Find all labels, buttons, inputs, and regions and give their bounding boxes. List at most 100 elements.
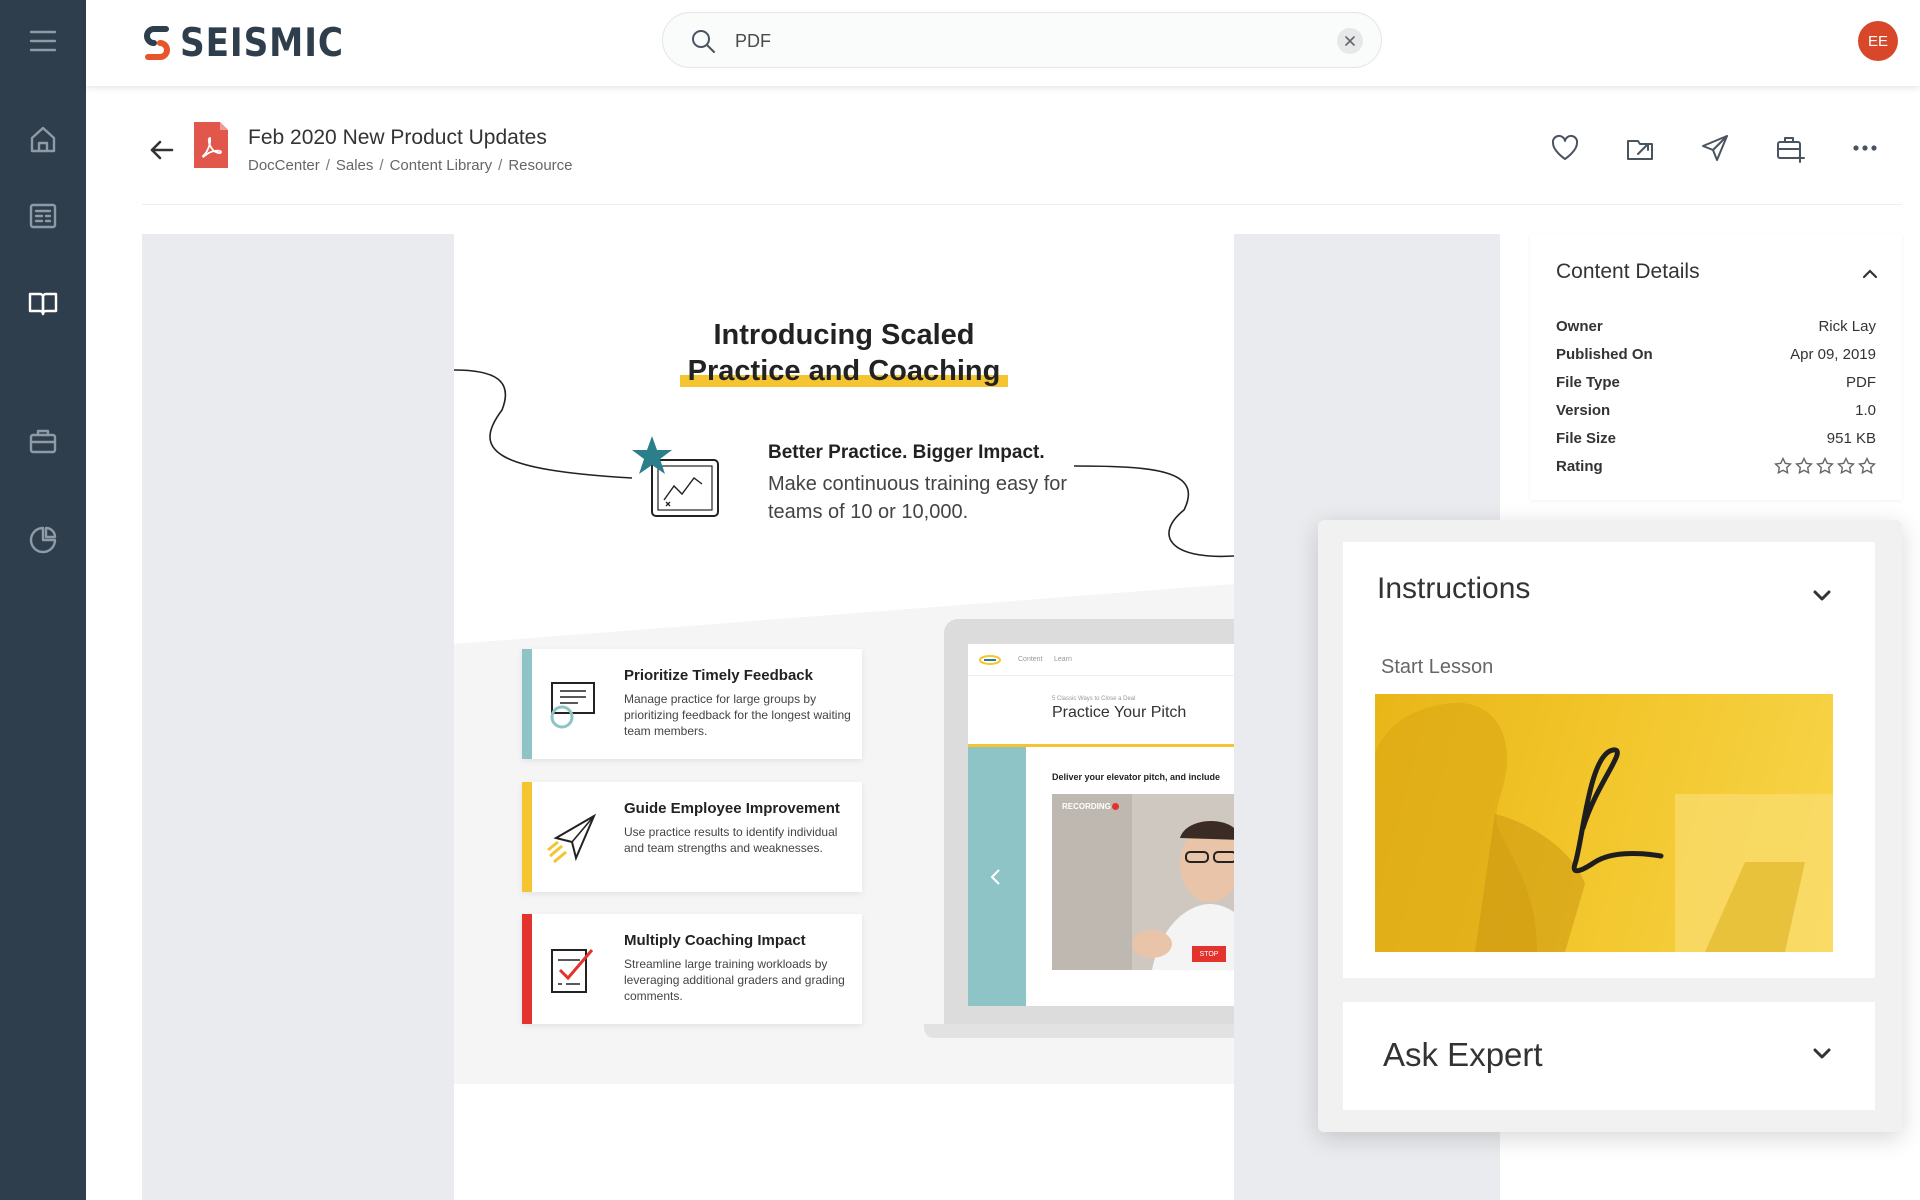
breadcrumb-content-library[interactable]: Content Library: [390, 157, 493, 174]
star-icon[interactable]: [1795, 457, 1813, 475]
instructions-section: Instructions Start Lesson: [1343, 542, 1875, 978]
screen-title: Practice Your Pitch: [1052, 704, 1187, 721]
star-icon[interactable]: [1816, 457, 1834, 475]
breadcrumb-sales[interactable]: Sales: [336, 157, 374, 174]
detail-label: File Type: [1556, 373, 1620, 391]
card-text: Manage practice for large groups by prio…: [624, 692, 851, 738]
breadcrumb-resource[interactable]: Resource: [508, 157, 572, 174]
back-arrow-icon[interactable]: [146, 134, 178, 166]
stop-button[interactable]: STOP: [1192, 946, 1226, 962]
content-details-panel: Content Details Owner Rick Lay Published…: [1530, 234, 1902, 500]
favorite-button[interactable]: [1527, 126, 1602, 170]
lesson-image: [1375, 702, 1833, 952]
breadcrumb-doccenter[interactable]: DocCenter: [248, 157, 320, 174]
content-details-list: Owner Rick Lay Published On Apr 09, 2019…: [1556, 312, 1876, 480]
pdf-icon: [194, 122, 228, 168]
ask-expert-title[interactable]: Ask Expert: [1383, 1036, 1543, 1074]
learning-overlay-panel: Instructions Start Lesson Ask Expert: [1318, 520, 1902, 1132]
recording-dot-icon: [1112, 803, 1119, 810]
content-details-title: Content Details: [1556, 260, 1700, 283]
detail-value: PDF: [1846, 373, 1876, 391]
detail-label: Version: [1556, 401, 1611, 419]
document-viewer[interactable]: Introducing Scaled Practice and Coaching…: [142, 234, 1500, 1200]
chat-feedback-icon: [550, 682, 595, 729]
card-title: Guide Employee Improvement: [624, 800, 840, 817]
checklist-icon: [551, 949, 594, 993]
detail-label: Owner: [1556, 317, 1603, 335]
learn-logo-icon: [1571, 747, 1664, 874]
detail-row-owner: Owner Rick Lay: [1556, 312, 1876, 340]
chevron-up-icon[interactable]: [1860, 264, 1880, 284]
page-title-line2: Practice and Coaching: [679, 355, 1009, 387]
more-options-button[interactable]: [1827, 126, 1902, 170]
instructions-title[interactable]: Instructions: [1377, 572, 1530, 606]
seismic-logo[interactable]: SEISMIC: [142, 20, 366, 66]
card-title: Prioritize Timely Feedback: [624, 667, 813, 684]
star-icon[interactable]: [1858, 457, 1876, 475]
search-bar[interactable]: [662, 12, 1382, 68]
feature-card-coaching: Multiply Coaching Impact Streamline larg…: [522, 914, 862, 1024]
seismic-logo-mark: [144, 26, 170, 60]
screen-nav-learn: Learn: [1054, 656, 1072, 663]
document-page: Introducing Scaled Practice and Coaching…: [454, 234, 1234, 1200]
laptop-base: [924, 1024, 1234, 1038]
card-stripe: [522, 649, 532, 759]
detail-label: Rating: [1556, 457, 1603, 475]
intro-heading: Better Practice. Bigger Impact.: [768, 442, 1045, 463]
send-icon: [1701, 135, 1728, 161]
feature-card-feedback: Prioritize Timely Feedback Manage practi…: [522, 649, 862, 759]
send-button[interactable]: [1677, 126, 1752, 170]
book-icon[interactable]: [20, 280, 66, 326]
star-icon[interactable]: [1837, 457, 1855, 475]
page-title: Introducing Scaled Practice and Coaching: [454, 317, 1234, 389]
chevron-down-icon[interactable]: [1809, 582, 1835, 608]
lesson-thumbnail[interactable]: [1375, 694, 1833, 952]
detail-row-file-type: File Type PDF: [1556, 368, 1876, 396]
briefcase-add-icon: [1776, 137, 1805, 163]
user-avatar[interactable]: EE: [1858, 21, 1898, 61]
detail-row-rating: Rating: [1556, 452, 1876, 480]
page-decoration: [454, 369, 1234, 558]
logo-text: SEISMIC: [180, 20, 344, 66]
document-title: Feb 2020 New Product Updates: [248, 126, 547, 149]
page-title-line1: Introducing Scaled: [713, 319, 975, 351]
screen-nav-content: Content: [1018, 656, 1043, 663]
home-icon[interactable]: [20, 116, 66, 162]
chevron-left-icon: [990, 869, 1000, 885]
hamburger-icon[interactable]: [20, 18, 66, 64]
search-input[interactable]: [735, 27, 1295, 55]
export-icon: [1626, 140, 1653, 160]
add-to-workspace-button[interactable]: [1752, 126, 1827, 170]
intro-text: Make continuous training easy for teams …: [768, 473, 1068, 523]
search-icon: [692, 30, 715, 53]
detail-value: Rick Lay: [1818, 317, 1876, 335]
breadcrumb-separator: /: [379, 157, 384, 174]
card-title: Multiply Coaching Impact: [624, 932, 806, 949]
paper-plane-icon: [547, 813, 597, 864]
feature-card-improvement: Guide Employee Improvement Use practice …: [522, 782, 862, 892]
sidebar: [0, 0, 86, 1200]
presenter-image: [1052, 794, 1234, 970]
heart-icon: [1551, 134, 1578, 160]
screen-top-bar: Content Learn: [968, 644, 1234, 676]
newspaper-icon[interactable]: [20, 193, 66, 239]
detail-value: Apr 09, 2019: [1790, 345, 1876, 363]
chevron-down-icon[interactable]: [1809, 1040, 1835, 1066]
clear-search-icon[interactable]: [1337, 28, 1363, 54]
detail-row-file-size: File Size 951 KB: [1556, 424, 1876, 452]
pie-chart-icon[interactable]: [20, 517, 66, 563]
start-lesson-label[interactable]: Start Lesson: [1381, 656, 1493, 679]
recording-label: RECORDING: [1062, 802, 1111, 811]
detail-row-published: Published On Apr 09, 2019: [1556, 340, 1876, 368]
laptop-screen: Content Learn 5 Classic Ways to Close a …: [968, 644, 1234, 1006]
breadcrumb: DocCenter / Sales / Content Library / Re…: [248, 157, 573, 174]
briefcase-icon[interactable]: [20, 418, 66, 464]
more-icon: [1852, 145, 1877, 151]
export-button[interactable]: [1602, 126, 1677, 170]
card-text: Streamline large training workloads by l…: [624, 957, 845, 1003]
rating-stars[interactable]: [1774, 457, 1876, 475]
star-icon[interactable]: [1774, 457, 1792, 475]
detail-value: 1.0: [1855, 401, 1876, 419]
detail-row-version: Version 1.0: [1556, 396, 1876, 424]
detail-value: 951 KB: [1826, 429, 1876, 447]
